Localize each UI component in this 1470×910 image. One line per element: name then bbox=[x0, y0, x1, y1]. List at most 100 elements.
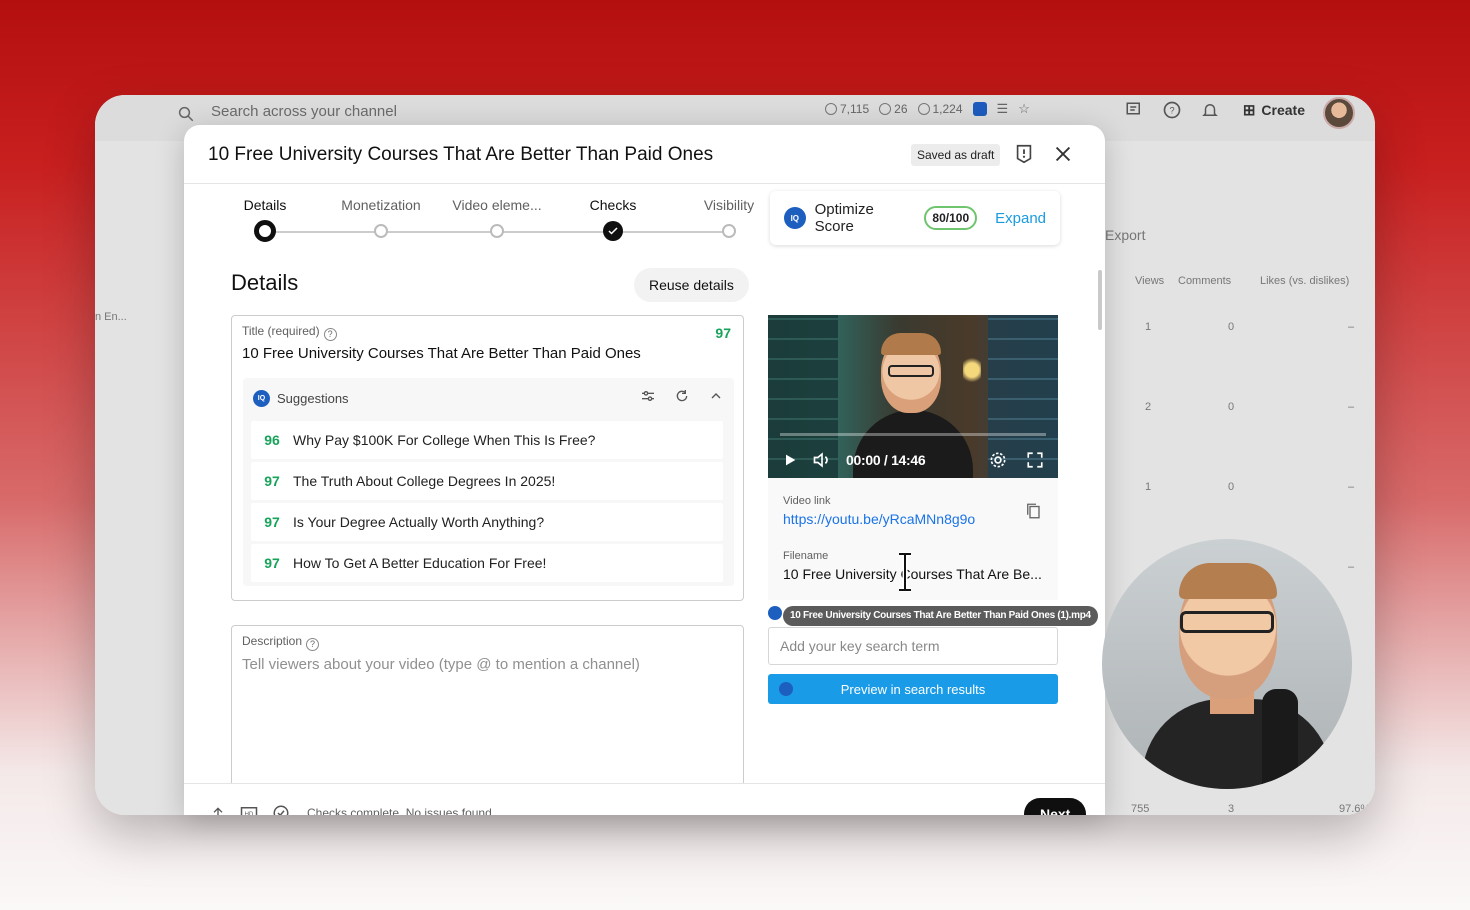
bg-total-views: 755 bbox=[1131, 803, 1150, 815]
optimize-score-value: 80/100 bbox=[924, 206, 978, 230]
text-cursor-icon bbox=[899, 552, 911, 592]
fullscreen-icon[interactable] bbox=[1026, 451, 1044, 469]
search-icon[interactable] bbox=[177, 105, 195, 123]
suggestion-item[interactable]: 97 The Truth About College Degrees In 20… bbox=[251, 462, 723, 500]
bg-row-comments: 0 bbox=[1228, 321, 1235, 333]
description-input[interactable]: Tell viewers about your video (type @ to… bbox=[242, 656, 640, 673]
video-frame-hair bbox=[881, 333, 941, 355]
volume-icon[interactable] bbox=[812, 450, 832, 470]
bg-col-likes: Likes (vs. dislikes) bbox=[1260, 275, 1350, 287]
step-current-dot bbox=[254, 220, 276, 242]
create-button[interactable]: ⊞ Create bbox=[1243, 101, 1305, 119]
video-frame-glasses bbox=[888, 365, 934, 377]
export-button[interactable]: Export bbox=[1105, 227, 1145, 243]
footer-status-icons: HD bbox=[210, 804, 290, 815]
header-divider bbox=[184, 183, 1105, 184]
vidiq-logo-icon[interactable] bbox=[972, 102, 987, 116]
details-heading: Details bbox=[231, 270, 299, 295]
video-frame-lamp bbox=[963, 355, 981, 385]
suggestions-panel: IQ Suggestions 96 Why Pay $100K For Coll… bbox=[243, 378, 734, 586]
feedback-icon[interactable] bbox=[1123, 99, 1145, 121]
vidiq-logo-icon: IQ bbox=[784, 207, 806, 229]
bg-row-views: 1 bbox=[1145, 481, 1152, 493]
upload-icon bbox=[213, 807, 223, 815]
bg-row-likes: – bbox=[1348, 561, 1355, 573]
gear-icon[interactable] bbox=[988, 450, 1008, 470]
filename-tooltip: 10 Free University Courses That Are Bett… bbox=[783, 606, 1098, 626]
bg-col-views: Views bbox=[1135, 275, 1165, 287]
account-avatar[interactable] bbox=[1323, 97, 1355, 129]
suggestion-item[interactable]: 96 Why Pay $100K For College When This I… bbox=[251, 421, 723, 459]
bg-left-label: n En... bbox=[95, 311, 127, 323]
menu-icon[interactable]: ☰ bbox=[997, 101, 1009, 117]
expand-button[interactable]: Expand bbox=[995, 210, 1046, 227]
create-plus-icon: ⊞ bbox=[1242, 102, 1256, 119]
bg-row-likes: – bbox=[1348, 481, 1355, 493]
dialog-title: 10 Free University Courses That Are Bett… bbox=[208, 144, 714, 165]
description-field-label: Description? bbox=[242, 634, 320, 651]
report-issue-icon[interactable] bbox=[1013, 143, 1035, 165]
video-timestamp: 00:00 / 14:46 bbox=[846, 452, 926, 468]
eye-icon bbox=[917, 103, 930, 115]
top-actions: ? ⊞ Create bbox=[1123, 99, 1305, 121]
filename-label: Filename bbox=[783, 550, 829, 562]
title-input[interactable]: 10 Free University Courses That Are Bett… bbox=[242, 345, 641, 362]
close-icon[interactable] bbox=[1052, 143, 1074, 165]
suggestion-item[interactable]: 97 Is Your Degree Actually Worth Anythin… bbox=[251, 503, 723, 541]
title-field[interactable]: Title (required)? 10 Free University Cou… bbox=[231, 315, 744, 601]
step-monetization[interactable]: Monetization bbox=[326, 197, 436, 238]
step-empty-dot bbox=[722, 224, 736, 238]
stat-impressions: 1,224 bbox=[917, 102, 963, 116]
stat-views: 26 bbox=[879, 102, 908, 116]
video-link[interactable]: https://youtu.be/yRcaMNn8g9o bbox=[783, 511, 975, 527]
webcam-person-glasses bbox=[1180, 611, 1274, 633]
bg-row-likes: – bbox=[1348, 321, 1355, 333]
webcam-overlay bbox=[1102, 539, 1352, 789]
step-visibility[interactable]: Visibility bbox=[674, 197, 784, 238]
eye-icon bbox=[879, 103, 892, 115]
bell-icon[interactable] bbox=[1199, 99, 1221, 121]
vidiq-logo-icon bbox=[768, 606, 782, 620]
help-icon[interactable]: ? bbox=[1161, 99, 1183, 121]
suggestions-header: IQ Suggestions bbox=[253, 390, 349, 407]
filter-settings-icon[interactable] bbox=[640, 388, 656, 404]
video-right-controls bbox=[988, 450, 1044, 470]
svg-text:HD: HD bbox=[245, 812, 254, 815]
title-field-label: Title (required)? bbox=[242, 324, 337, 341]
step-done-dot bbox=[603, 221, 623, 241]
video-details-dialog: 10 Free University Courses That Are Bett… bbox=[184, 125, 1105, 815]
chevron-up-icon[interactable] bbox=[708, 388, 724, 404]
next-button[interactable]: Next bbox=[1024, 798, 1087, 815]
step-empty-dot bbox=[490, 224, 504, 238]
optimize-score-panel: IQ Optimize Score 80/100 Expand bbox=[770, 191, 1060, 245]
clock-icon bbox=[825, 103, 837, 115]
step-checks[interactable]: Checks bbox=[558, 197, 668, 241]
upload-stepper: Details Monetization Video eleme... Chec… bbox=[224, 197, 764, 247]
bg-col-comments: Comments bbox=[1178, 275, 1232, 287]
help-icon[interactable]: ? bbox=[306, 638, 320, 651]
refresh-icon[interactable] bbox=[674, 388, 690, 404]
step-video-elements[interactable]: Video eleme... bbox=[442, 197, 552, 238]
trophy-icon[interactable]: ☆ bbox=[1018, 101, 1030, 117]
microphone bbox=[1262, 689, 1298, 789]
play-icon[interactable] bbox=[782, 452, 798, 468]
video-progress-bar[interactable] bbox=[780, 433, 1046, 436]
bg-row-views: 1 bbox=[1145, 321, 1152, 333]
help-icon[interactable]: ? bbox=[323, 328, 337, 341]
title-score: 97 bbox=[715, 325, 731, 341]
step-empty-dot bbox=[374, 224, 388, 238]
key-search-term-input[interactable]: Add your key search term bbox=[768, 627, 1058, 665]
dialog-scrollbar[interactable] bbox=[1098, 270, 1102, 330]
suggestions-tools bbox=[640, 388, 724, 404]
step-details[interactable]: Details bbox=[210, 197, 320, 242]
reuse-details-button[interactable]: Reuse details bbox=[634, 268, 749, 302]
optimize-score-label: Optimize Score bbox=[814, 201, 874, 235]
bg-row-likes: – bbox=[1348, 401, 1355, 413]
stat-watch-time: 7,115 bbox=[825, 102, 869, 116]
video-player[interactable]: 00:00 / 14:46 bbox=[768, 315, 1058, 478]
copy-icon[interactable] bbox=[1024, 501, 1042, 521]
check-circle-icon bbox=[273, 805, 289, 815]
channel-search-input[interactable]: Search across your channel bbox=[211, 103, 397, 120]
preview-in-search-button[interactable]: Preview in search results bbox=[768, 674, 1058, 704]
suggestion-item[interactable]: 97 How To Get A Better Education For Fre… bbox=[251, 544, 723, 582]
